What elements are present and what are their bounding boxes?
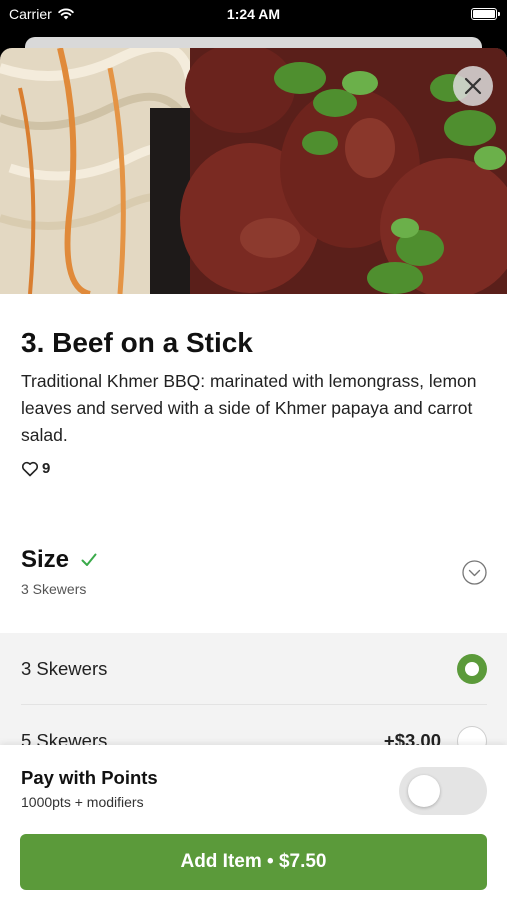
pay-with-points-toggle[interactable] xyxy=(399,767,487,815)
likes-counter[interactable]: 9 xyxy=(21,460,50,477)
status-time: 1:24 AM xyxy=(226,6,281,22)
heart-icon xyxy=(21,461,39,476)
food-photo-illustration xyxy=(0,48,507,294)
checkmark-icon xyxy=(81,553,97,566)
pay-with-points-subtitle: 1000pts + modifiers xyxy=(21,794,144,810)
item-photo xyxy=(0,48,507,294)
close-button[interactable] xyxy=(453,66,493,106)
chevron-down-icon[interactable] xyxy=(462,560,487,585)
battery-icon xyxy=(471,8,500,20)
close-icon xyxy=(464,77,482,95)
size-option-control xyxy=(441,653,487,684)
item-detail-sheet: 3. Beef on a Stick Traditional Khmer BBQ… xyxy=(0,48,507,900)
size-title-row: Size xyxy=(21,546,97,574)
toggle-knob xyxy=(408,775,440,807)
item-description: Traditional Khmer BBQ: marinated with le… xyxy=(21,371,477,445)
add-item-button[interactable]: Add Item • $7.50 xyxy=(20,834,487,890)
size-option[interactable]: 3 Skewers xyxy=(21,633,487,705)
checkout-panel: Pay with Points 1000pts + modifiers Add … xyxy=(0,745,507,900)
likes-count: 9 xyxy=(42,460,51,477)
size-option-label: 3 Skewers xyxy=(21,657,108,679)
size-selected-value: 3 Skewers xyxy=(21,581,87,597)
pay-with-points-title: Pay with Points xyxy=(21,767,158,788)
size-section-header[interactable]: Size 3 Skewers xyxy=(21,546,487,606)
radio-selected[interactable] xyxy=(457,653,487,684)
item-title: 3. Beef on a Stick xyxy=(21,327,253,358)
status-bar: Carrier 1:24 AM xyxy=(0,0,507,30)
size-title: Size xyxy=(21,546,70,573)
